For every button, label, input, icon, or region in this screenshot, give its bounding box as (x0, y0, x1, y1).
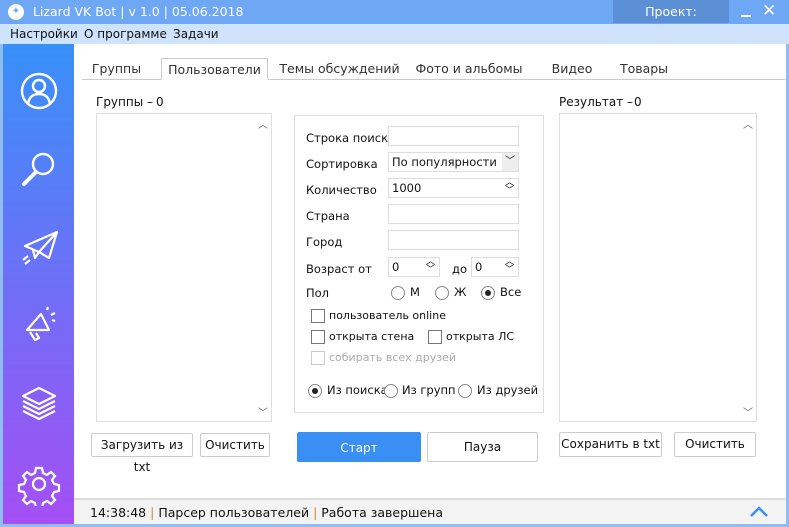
country-input[interactable] (388, 204, 519, 224)
menu-about[interactable]: О программе (84, 27, 167, 41)
tab-groups[interactable]: Группы (84, 58, 149, 80)
source-groups-label: Из групп (402, 383, 456, 397)
count-label: Количество (306, 183, 377, 197)
chevron-down-icon: ﹀ (502, 153, 518, 171)
spinner-icon[interactable]: ︿ ﹀ (426, 258, 435, 275)
age-from-stepper[interactable]: 0 ︿ ﹀ (388, 257, 440, 277)
megaphone-icon[interactable] (17, 302, 61, 346)
open-wall-label: открыта стена (329, 330, 415, 343)
result-list[interactable]: ︿ ﹀ (559, 113, 757, 422)
gear-icon[interactable] (17, 462, 61, 506)
window-title: Lizard VK Bot | v 1.0 | 05.06.2018 (33, 4, 244, 19)
result-label: Результат – (559, 95, 633, 109)
source-search-radio[interactable] (308, 384, 322, 398)
result-count: 0 (634, 95, 642, 109)
menu-bar: Настройки О программе Задачи (0, 24, 789, 44)
status-time: 14:38:48 (90, 505, 147, 520)
sex-f-radio[interactable] (435, 286, 449, 300)
status-message: Работа завершена (321, 505, 443, 520)
sex-all-label: Все (500, 285, 522, 299)
title-bar: ✦ Lizard VK Bot | v 1.0 | 05.06.2018 Про… (0, 0, 789, 42)
chevron-up-icon[interactable] (749, 506, 769, 518)
users-icon[interactable] (17, 69, 61, 113)
tab-goods[interactable]: Товары (612, 58, 676, 80)
city-input[interactable] (388, 230, 519, 250)
source-search-label: Из поиска (327, 383, 388, 397)
project-selector[interactable]: Проект: Основной (613, 0, 729, 42)
groups-label: Группы – (96, 95, 154, 109)
layers-icon[interactable] (17, 380, 61, 424)
source-friends-radio[interactable] (458, 384, 472, 398)
online-checkbox[interactable] (311, 309, 325, 323)
start-button[interactable]: Старт (297, 432, 421, 462)
status-module: Парсер пользователей (158, 505, 310, 520)
scroll-up-icon[interactable]: ︿ (743, 116, 753, 131)
status-bar: 14:38:48 | Парсер пользователей | Работа… (74, 498, 786, 524)
count-stepper[interactable]: 1000 ︿ ﹀ (388, 178, 519, 198)
minimize-button[interactable] (738, 2, 754, 20)
groups-count: 0 (156, 95, 164, 109)
age-from-label: Возраст от (306, 262, 372, 276)
sex-all-radio[interactable] (481, 286, 495, 300)
sort-select[interactable]: По популярности ﹀ (388, 152, 519, 172)
main-content: Группы Пользователи Темы обсуждений Фото… (74, 44, 786, 524)
tab-discussions[interactable]: Темы обсуждений (277, 58, 402, 80)
scroll-up-icon[interactable]: ︿ (258, 116, 268, 131)
tab-users[interactable]: Пользователи (161, 58, 268, 80)
scroll-down-icon[interactable]: ﹀ (743, 404, 753, 419)
tab-photos[interactable]: Фото и альбомы (414, 58, 524, 80)
all-friends-checkbox (311, 351, 325, 365)
load-txt-button[interactable]: Загрузить из txt (91, 433, 193, 474)
status-text: 14:38:48 | Парсер пользователей | Работа… (90, 505, 443, 520)
search-input[interactable] (388, 126, 519, 146)
sex-f-label: Ж (454, 285, 467, 299)
sex-m-label: М (410, 285, 420, 299)
online-label: пользователь online (329, 309, 446, 322)
age-to-value: 0 (475, 260, 483, 274)
sidebar (3, 44, 74, 524)
search-label: Строка поиска (306, 131, 396, 145)
open-pm-label: открыта ЛС (446, 330, 515, 343)
menu-tasks[interactable]: Задачи (173, 27, 219, 41)
age-to-stepper[interactable]: 0 ︿ ﹀ (471, 257, 519, 277)
app-logo-icon: ✦ (8, 4, 24, 20)
age-from-value: 0 (392, 260, 400, 274)
save-txt-button[interactable]: Сохранить в txt (559, 432, 662, 457)
spinner-icon[interactable]: ︿ ﹀ (505, 179, 514, 196)
tab-video[interactable]: Видео (544, 58, 600, 80)
spinner-icon[interactable]: ︿ ﹀ (505, 258, 514, 275)
pause-button[interactable]: Пауза (427, 432, 538, 462)
search-form-panel: Строка поиска Сортировка По популярности… (294, 115, 544, 413)
groups-list[interactable]: ︿ ﹀ (96, 113, 272, 422)
send-icon[interactable] (17, 226, 61, 270)
scroll-down-icon[interactable]: ﹀ (258, 404, 268, 419)
search-icon[interactable] (17, 148, 61, 192)
open-pm-checkbox[interactable] (428, 330, 442, 344)
count-value: 1000 (392, 181, 422, 195)
source-friends-label: Из друзей (477, 383, 539, 397)
clear-result-button[interactable]: Очистить (674, 432, 756, 457)
close-button[interactable]: ✕ (762, 1, 776, 21)
sort-label: Сортировка (306, 157, 378, 171)
sort-value: По популярности (392, 155, 497, 169)
clear-groups-button[interactable]: Очистить (200, 433, 270, 457)
sex-label: Пол (306, 286, 330, 300)
sex-m-radio[interactable] (391, 286, 405, 300)
country-label: Страна (306, 209, 350, 223)
all-friends-label: собирать всех друзей (329, 351, 456, 364)
age-to-label: до (452, 262, 467, 276)
open-wall-checkbox[interactable] (311, 330, 325, 344)
menu-settings[interactable]: Настройки (10, 27, 78, 41)
source-groups-radio[interactable] (384, 384, 398, 398)
city-label: Город (306, 235, 343, 249)
